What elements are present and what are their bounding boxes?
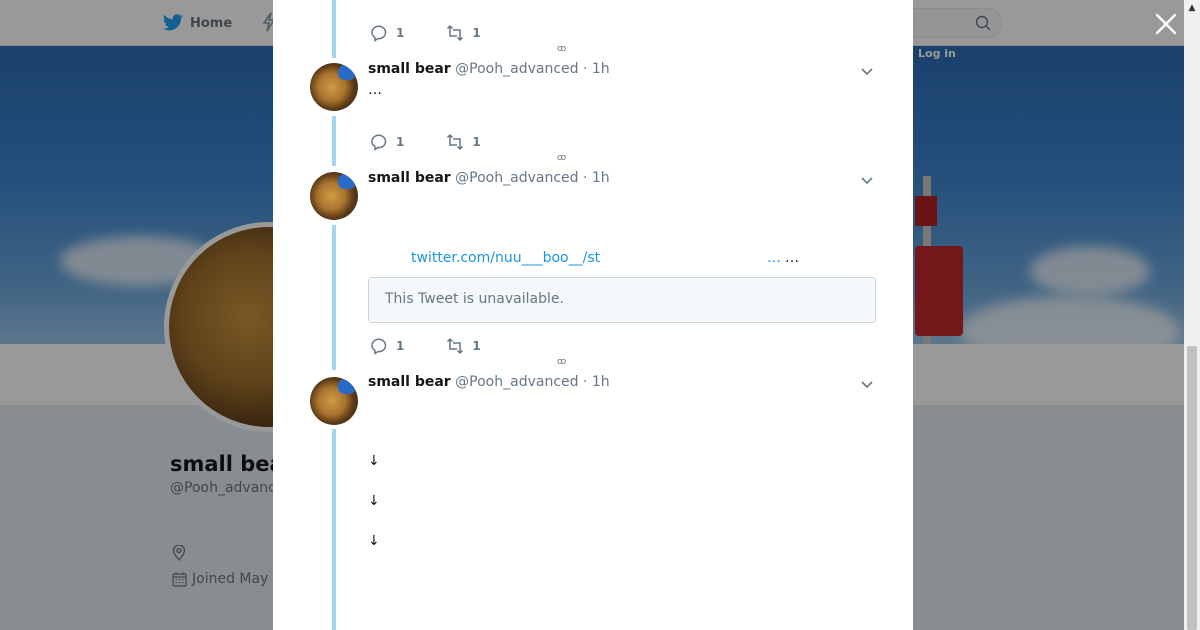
page-scrollbar[interactable]: ▲ — [1184, 0, 1200, 630]
tweet-header: small bear @Pooh_advanced · 1h — [368, 170, 610, 186]
reply-icon — [371, 134, 387, 151]
tweet-avatar[interactable] — [310, 63, 358, 111]
reply-count: 1 — [396, 135, 405, 149]
more-indicator: ꝏ — [557, 44, 567, 54]
tweet-text-line: ↓ — [368, 453, 380, 469]
tweet-actions: 1 1 — [370, 337, 523, 355]
tweet-separator: · — [582, 374, 588, 390]
tweet-text-line: ↓ — [368, 493, 380, 509]
tweet-actions: 1 1 — [370, 24, 523, 42]
tweet-actions: 1 1 — [370, 133, 523, 151]
retweet-button[interactable]: 1 — [446, 337, 481, 355]
tweet[interactable]: small bear @Pooh_advanced · 1h … 1 1 ꝏ — [273, 56, 913, 166]
tweet-timestamp[interactable]: 1h — [592, 61, 610, 77]
tweet-author-name[interactable]: small bear — [368, 61, 451, 77]
reply-button[interactable]: 1 — [370, 337, 404, 355]
retweet-count: 1 — [472, 26, 481, 40]
tweet-avatar[interactable] — [310, 377, 358, 425]
tweet[interactable]: small bear @Pooh_advanced · 1h twitter.c… — [273, 166, 913, 370]
tweet-author-handle[interactable]: @Pooh_advanced — [455, 170, 578, 186]
reply-count: 1 — [396, 26, 405, 40]
tweet-author-handle[interactable]: @Pooh_advanced — [455, 374, 578, 390]
retweet-icon — [447, 337, 464, 355]
tweet-link[interactable]: twitter.com/nuu___boo__/st — [411, 250, 600, 266]
retweet-icon — [447, 133, 464, 151]
tweet-separator: · — [582, 170, 588, 186]
tweet-text: … — [368, 82, 382, 98]
tweet-avatar[interactable] — [310, 172, 358, 220]
retweet-button[interactable]: 1 — [446, 24, 481, 42]
tweet[interactable]: 1 1 ꝏ — [273, 0, 913, 56]
tweet-text-line: ↓ — [368, 533, 380, 549]
tweet-author-name[interactable]: small bear — [368, 374, 451, 390]
tweet-author-name[interactable]: small bear — [368, 170, 451, 186]
reply-count: 1 — [396, 339, 405, 353]
retweet-icon — [447, 24, 464, 42]
reply-icon — [371, 25, 387, 42]
conversation-modal: 1 1 ꝏ small bear @Pooh_advanced · 1h … 1 — [273, 0, 913, 630]
tweet-separator: · — [582, 61, 588, 77]
chevron-down-icon[interactable] — [859, 63, 875, 79]
quoted-tweet-unavailable: This Tweet is unavailable. — [368, 277, 876, 323]
reply-button[interactable]: 1 — [370, 133, 404, 151]
more-indicator: ꝏ — [557, 357, 567, 367]
tweet-timestamp[interactable]: 1h — [592, 170, 610, 186]
chevron-down-icon[interactable] — [859, 172, 875, 188]
retweet-button[interactable]: 1 — [446, 133, 481, 151]
scroll-up-arrow[interactable]: ▲ — [1184, 0, 1200, 16]
retweet-count: 1 — [472, 135, 481, 149]
scroll-thumb[interactable] — [1187, 346, 1197, 630]
tweet-timestamp[interactable]: 1h — [592, 374, 610, 390]
reply-button[interactable]: 1 — [370, 24, 404, 42]
tweet[interactable]: small bear @Pooh_advanced · 1h ↓ ↓ ↓ — [273, 370, 913, 630]
close-icon[interactable] — [1152, 10, 1180, 38]
more-indicator: ꝏ — [557, 153, 567, 163]
chevron-down-icon[interactable] — [859, 376, 875, 392]
tweet-author-handle[interactable]: @Pooh_advanced — [455, 61, 578, 77]
tweet-header: small bear @Pooh_advanced · 1h — [368, 61, 610, 77]
tweet-link-ellipsis[interactable]: … — [767, 250, 781, 266]
retweet-count: 1 — [472, 339, 481, 353]
tweet-text-ellipsis: … — [785, 250, 799, 266]
tweet-header: small bear @Pooh_advanced · 1h — [368, 374, 610, 390]
reply-icon — [371, 338, 387, 355]
